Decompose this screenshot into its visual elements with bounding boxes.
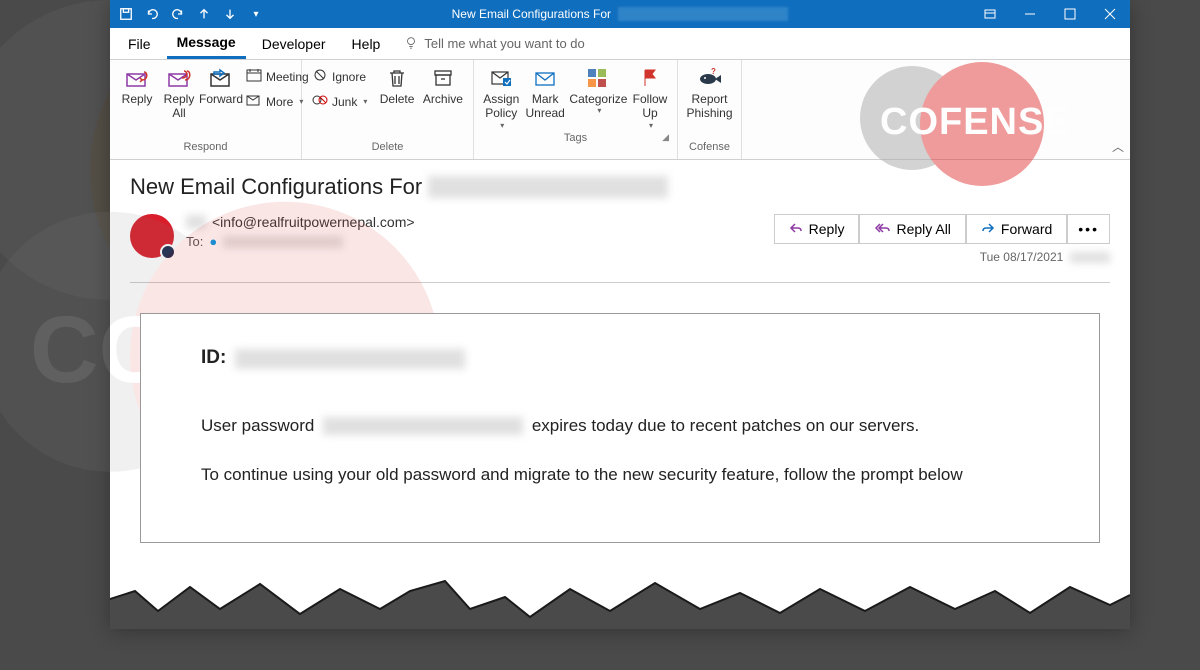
delete-button[interactable]: Delete (375, 64, 418, 108)
archive-button[interactable]: Archive (419, 64, 467, 108)
undo-icon[interactable] (144, 6, 160, 22)
minimize-icon[interactable] (1010, 0, 1050, 28)
delete-icon (383, 66, 411, 90)
fish-icon: ? (696, 66, 724, 90)
subject-redacted (428, 176, 668, 198)
forward-icon (207, 66, 235, 90)
header-reply-button[interactable]: Reply (774, 214, 860, 244)
to-label: To: (186, 234, 203, 249)
forward-arrow-icon (981, 221, 995, 237)
respond-group-label: Respond (116, 141, 295, 157)
reply-button[interactable]: Reply (116, 64, 158, 108)
subject-prefix: New Email Configurations For (130, 174, 422, 200)
header-reply-all-button[interactable]: Reply All (859, 214, 965, 244)
titlebar: ▾ New Email Configurations For (110, 0, 1130, 28)
tab-message[interactable]: Message (167, 28, 246, 59)
delete-group-label: Delete (308, 141, 467, 157)
junk-button[interactable]: Junk▾ (308, 91, 371, 112)
reply-arrow-icon (789, 221, 803, 237)
body-id-label: ID: (201, 347, 226, 368)
tab-help[interactable]: Help (342, 30, 391, 58)
follow-up-button[interactable]: Follow Up▾ (629, 64, 671, 132)
tags-dialog-launcher-icon[interactable]: ◢ (478, 132, 669, 143)
collapse-ribbon-icon[interactable]: ︿ (1112, 138, 1124, 155)
cofense-watermark: COFENSE (850, 56, 1110, 191)
email-body: ID: User password expires today due to r… (140, 313, 1100, 543)
lightbulb-icon (404, 35, 418, 52)
reply-all-icon (165, 66, 193, 90)
reply-icon (123, 66, 151, 90)
to-redacted (223, 236, 343, 248)
reply-all-arrow-icon (874, 221, 890, 237)
from-email: <info@realfruitpowernepal.com> (212, 214, 415, 230)
ribbon-display-options-icon[interactable] (970, 0, 1010, 28)
from-name-redacted (186, 215, 206, 229)
tell-me-placeholder: Tell me what you want to do (424, 36, 584, 51)
body-p1b: expires today due to recent patches on o… (532, 416, 919, 435)
mark-unread-icon (531, 66, 559, 90)
redo-icon[interactable] (170, 6, 186, 22)
window-title-redacted (618, 7, 788, 21)
categorize-button[interactable]: Categorize▾ (568, 64, 629, 118)
maximize-icon[interactable] (1050, 0, 1090, 28)
torn-edge-decoration (110, 569, 1130, 629)
qat-customize-icon[interactable]: ▾ (248, 6, 264, 22)
assign-policy-icon (487, 66, 515, 90)
header-more-actions-button[interactable]: ••• (1067, 214, 1110, 244)
ignore-button[interactable]: Ignore (308, 66, 371, 87)
assign-policy-button[interactable]: Assign Policy▾ (480, 64, 523, 132)
body-p1-redacted (323, 417, 523, 435)
prev-icon[interactable] (196, 6, 212, 22)
meeting-icon (246, 68, 262, 85)
tell-me-search[interactable]: Tell me what you want to do (404, 35, 584, 52)
to-line: To: ● (186, 234, 774, 249)
cofense-group-label: Cofense (684, 141, 735, 157)
svg-text:COFENSE: COFENSE (880, 101, 1071, 143)
window-title-text: New Email Configurations For (452, 7, 611, 21)
ignore-icon (312, 68, 328, 85)
body-p1a: User password (201, 416, 314, 435)
tab-developer[interactable]: Developer (252, 30, 336, 58)
received-date: Tue 08/17/2021 (774, 250, 1110, 264)
ellipsis-icon: ••• (1078, 221, 1099, 237)
tab-file[interactable]: File (118, 30, 161, 58)
forward-button[interactable]: Forward (200, 64, 242, 108)
next-icon[interactable] (222, 6, 238, 22)
flag-icon (636, 66, 664, 90)
reply-all-button[interactable]: Reply All (158, 64, 200, 123)
sender-avatar (130, 214, 174, 258)
body-id-redacted (235, 349, 465, 369)
body-p2: To continue using your old password and … (201, 465, 963, 484)
svg-text:?: ? (711, 68, 716, 76)
from-line: <info@realfruitpowernepal.com> (186, 214, 774, 230)
archive-icon (429, 66, 457, 90)
junk-icon (312, 93, 328, 110)
more-icon (246, 93, 262, 110)
mark-unread-button[interactable]: Mark Unread (523, 64, 568, 123)
close-icon[interactable] (1090, 0, 1130, 28)
time-redacted (1070, 252, 1110, 263)
header-forward-button[interactable]: Forward (966, 214, 1067, 244)
save-icon[interactable] (118, 6, 134, 22)
categorize-icon (584, 66, 612, 90)
report-phishing-button[interactable]: ? Report Phishing (684, 64, 735, 123)
